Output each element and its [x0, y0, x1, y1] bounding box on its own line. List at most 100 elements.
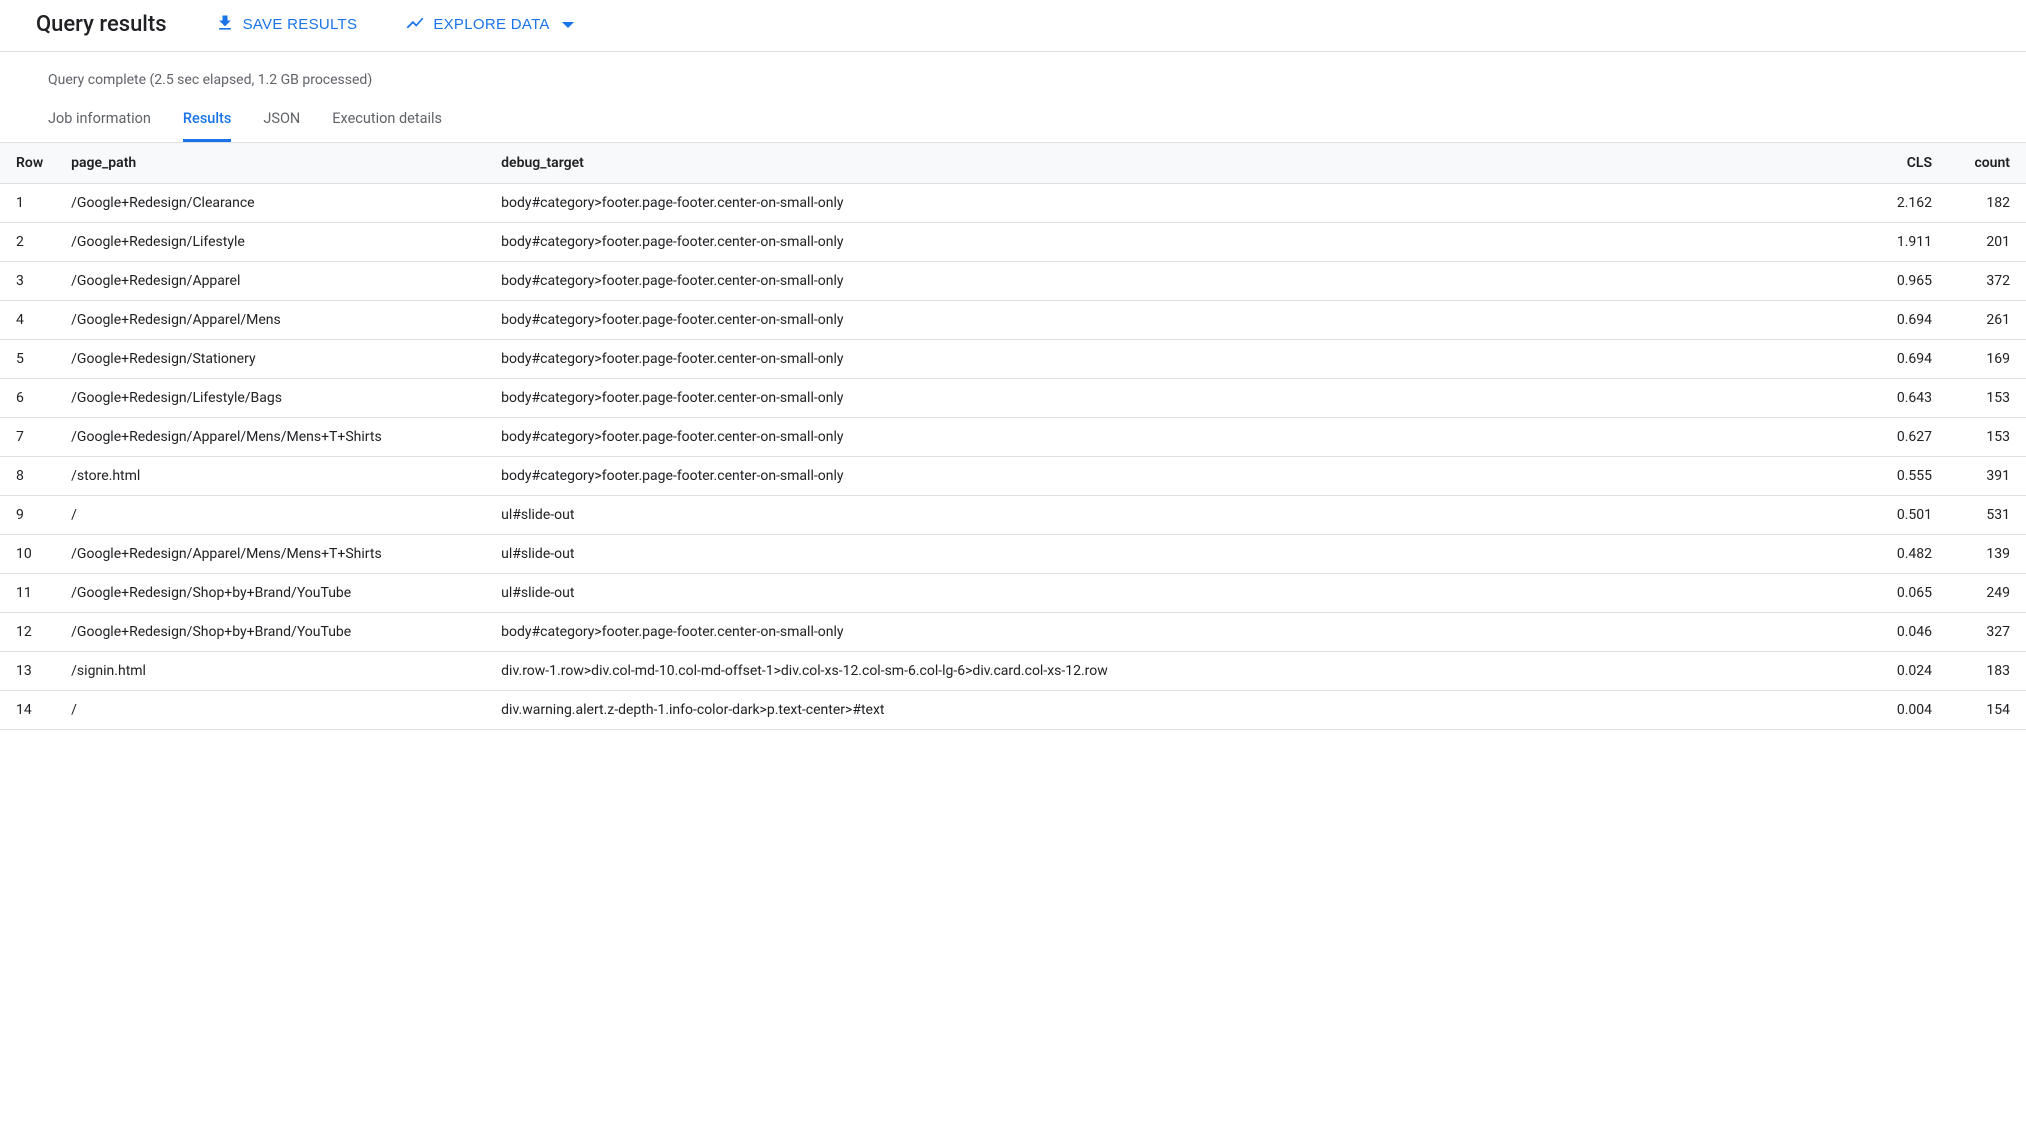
cell-count: 201 [1946, 223, 2026, 262]
column-header-debug-target[interactable]: debug_target [487, 143, 1876, 184]
cell-row: 6 [0, 379, 57, 418]
cell-count: 169 [1946, 340, 2026, 379]
status-bar: Query complete (2.5 sec elapsed, 1.2 GB … [0, 52, 2026, 98]
cell-cls: 2.162 [1876, 184, 1946, 223]
cell-cls: 0.501 [1876, 496, 1946, 535]
cell-page-path: /Google+Redesign/Apparel/Mens/Mens+T+Shi… [57, 535, 487, 574]
chart-icon [405, 13, 425, 37]
table-row[interactable]: 12 /Google+Redesign/Shop+by+Brand/YouTub… [0, 613, 2026, 652]
cell-page-path: /Google+Redesign/Apparel/Mens [57, 301, 487, 340]
cell-count: 153 [1946, 379, 2026, 418]
cell-cls: 1.911 [1876, 223, 1946, 262]
cell-page-path: / [57, 691, 487, 730]
cell-cls: 0.004 [1876, 691, 1946, 730]
cell-debug-target: div.row-1.row>div.col-md-10.col-md-offse… [487, 652, 1876, 691]
cell-cls: 0.024 [1876, 652, 1946, 691]
tab-job-information[interactable]: Job information [48, 110, 151, 142]
cell-debug-target: body#category>footer.page-footer.center-… [487, 379, 1876, 418]
cell-page-path: /Google+Redesign/Shop+by+Brand/YouTube [57, 574, 487, 613]
cell-row: 1 [0, 184, 57, 223]
cell-page-path: /signin.html [57, 652, 487, 691]
column-header-cls[interactable]: CLS [1876, 143, 1946, 184]
cell-count: 139 [1946, 535, 2026, 574]
table-row[interactable]: 7 /Google+Redesign/Apparel/Mens/Mens+T+S… [0, 418, 2026, 457]
table-row[interactable]: 4 /Google+Redesign/Apparel/Mens body#cat… [0, 301, 2026, 340]
cell-cls: 0.555 [1876, 457, 1946, 496]
cell-row: 4 [0, 301, 57, 340]
cell-count: 531 [1946, 496, 2026, 535]
cell-row: 2 [0, 223, 57, 262]
cell-row: 9 [0, 496, 57, 535]
cell-row: 8 [0, 457, 57, 496]
cell-page-path: /Google+Redesign/Apparel [57, 262, 487, 301]
cell-debug-target: div.warning.alert.z-depth-1.info-color-d… [487, 691, 1876, 730]
table-header-row: Row page_path debug_target CLS count [0, 143, 2026, 184]
column-header-row[interactable]: Row [0, 143, 57, 184]
cell-cls: 0.643 [1876, 379, 1946, 418]
cell-cls: 0.694 [1876, 301, 1946, 340]
cell-count: 182 [1946, 184, 2026, 223]
cell-row: 13 [0, 652, 57, 691]
cell-cls: 0.627 [1876, 418, 1946, 457]
cell-row: 14 [0, 691, 57, 730]
cell-row: 5 [0, 340, 57, 379]
cell-debug-target: body#category>footer.page-footer.center-… [487, 418, 1876, 457]
cell-debug-target: body#category>footer.page-footer.center-… [487, 613, 1876, 652]
cell-cls: 0.694 [1876, 340, 1946, 379]
explore-data-button[interactable]: EXPLORE DATA [405, 13, 573, 37]
table-row[interactable]: 3 /Google+Redesign/Apparel body#category… [0, 262, 2026, 301]
table-body: 1 /Google+Redesign/Clearance body#catego… [0, 184, 2026, 730]
cell-count: 154 [1946, 691, 2026, 730]
cell-debug-target: body#category>footer.page-footer.center-… [487, 262, 1876, 301]
results-table: Row page_path debug_target CLS count 1 /… [0, 143, 2026, 730]
table-row[interactable]: 5 /Google+Redesign/Stationery body#categ… [0, 340, 2026, 379]
cell-debug-target: body#category>footer.page-footer.center-… [487, 301, 1876, 340]
cell-page-path: /Google+Redesign/Lifestyle [57, 223, 487, 262]
cell-cls: 0.065 [1876, 574, 1946, 613]
cell-row: 7 [0, 418, 57, 457]
cell-count: 391 [1946, 457, 2026, 496]
column-header-page-path[interactable]: page_path [57, 143, 487, 184]
table-row[interactable]: 9 / ul#slide-out 0.501 531 [0, 496, 2026, 535]
save-results-button[interactable]: SAVE RESULTS [215, 13, 358, 37]
tab-results[interactable]: Results [183, 110, 231, 142]
cell-page-path: /Google+Redesign/Stationery [57, 340, 487, 379]
cell-debug-target: ul#slide-out [487, 574, 1876, 613]
table-row[interactable]: 13 /signin.html div.row-1.row>div.col-md… [0, 652, 2026, 691]
explore-data-label: EXPLORE DATA [433, 16, 549, 33]
download-icon [215, 13, 235, 37]
cell-debug-target: body#category>footer.page-footer.center-… [487, 223, 1876, 262]
cell-page-path: /Google+Redesign/Clearance [57, 184, 487, 223]
cell-cls: 0.046 [1876, 613, 1946, 652]
cell-page-path: /Google+Redesign/Lifestyle/Bags [57, 379, 487, 418]
header-bar: Query results SAVE RESULTS EXPLORE DATA [0, 0, 2026, 52]
cell-page-path: /Google+Redesign/Apparel/Mens/Mens+T+Shi… [57, 418, 487, 457]
save-results-label: SAVE RESULTS [243, 16, 358, 33]
cell-debug-target: body#category>footer.page-footer.center-… [487, 457, 1876, 496]
table-row[interactable]: 2 /Google+Redesign/Lifestyle body#catego… [0, 223, 2026, 262]
table-row[interactable]: 6 /Google+Redesign/Lifestyle/Bags body#c… [0, 379, 2026, 418]
tab-execution-details[interactable]: Execution details [332, 110, 442, 142]
cell-count: 261 [1946, 301, 2026, 340]
tabs-container: Job information Results JSON Execution d… [0, 98, 2026, 143]
cell-page-path: /store.html [57, 457, 487, 496]
cell-row: 11 [0, 574, 57, 613]
results-table-container: Row page_path debug_target CLS count 1 /… [0, 143, 2026, 730]
cell-cls: 0.965 [1876, 262, 1946, 301]
table-row[interactable]: 14 / div.warning.alert.z-depth-1.info-co… [0, 691, 2026, 730]
cell-row: 10 [0, 535, 57, 574]
cell-page-path: / [57, 496, 487, 535]
cell-count: 372 [1946, 262, 2026, 301]
table-row[interactable]: 10 /Google+Redesign/Apparel/Mens/Mens+T+… [0, 535, 2026, 574]
cell-cls: 0.482 [1876, 535, 1946, 574]
cell-count: 153 [1946, 418, 2026, 457]
column-header-count[interactable]: count [1946, 143, 2026, 184]
cell-count: 327 [1946, 613, 2026, 652]
tab-json[interactable]: JSON [263, 110, 300, 142]
cell-debug-target: body#category>footer.page-footer.center-… [487, 184, 1876, 223]
status-text: Query complete (2.5 sec elapsed, 1.2 GB … [48, 72, 1978, 88]
table-row[interactable]: 1 /Google+Redesign/Clearance body#catego… [0, 184, 2026, 223]
cell-debug-target: ul#slide-out [487, 535, 1876, 574]
table-row[interactable]: 8 /store.html body#category>footer.page-… [0, 457, 2026, 496]
table-row[interactable]: 11 /Google+Redesign/Shop+by+Brand/YouTub… [0, 574, 2026, 613]
